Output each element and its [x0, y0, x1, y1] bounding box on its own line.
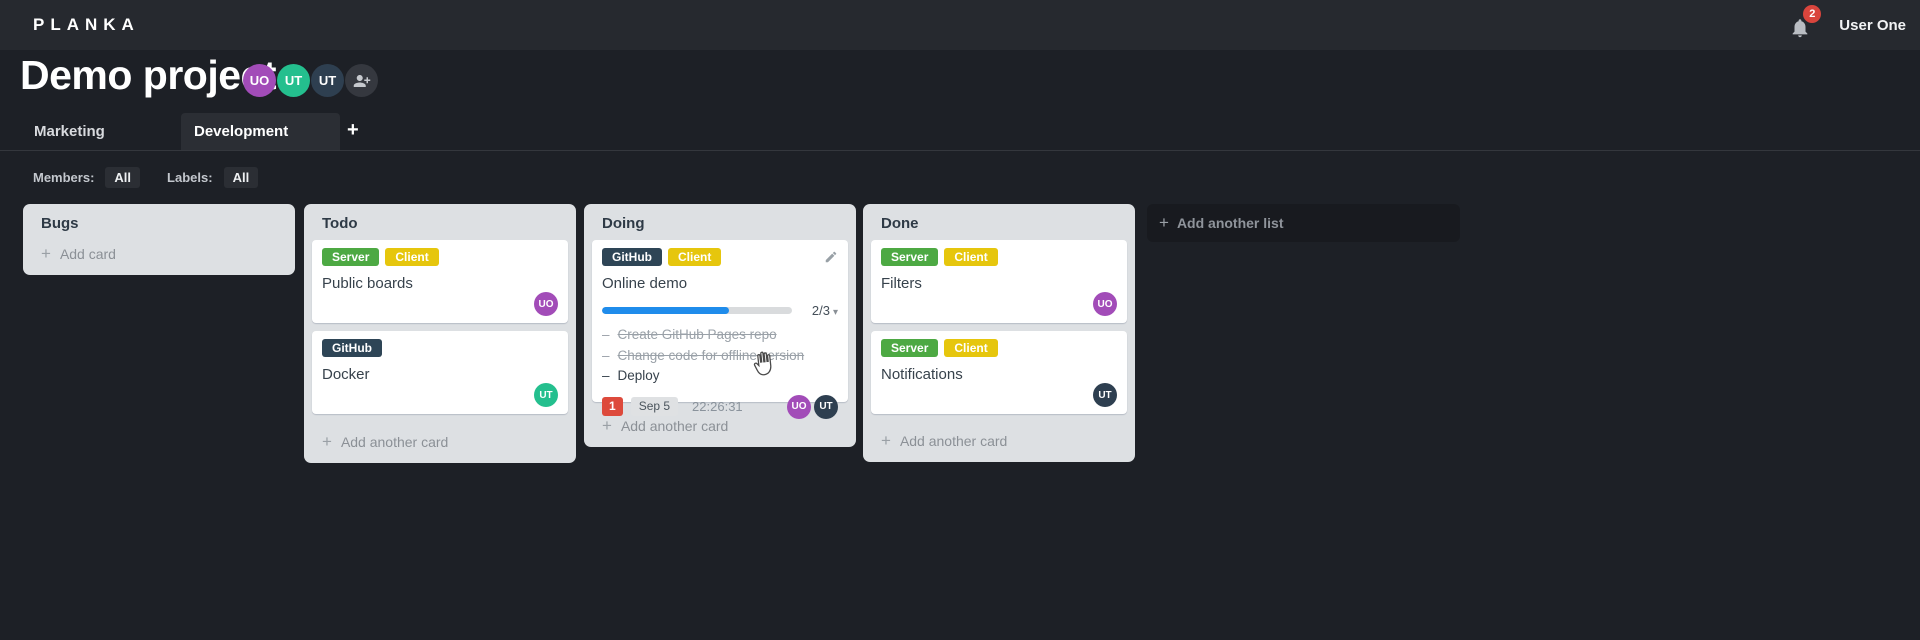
card-title: Docker	[322, 366, 370, 383]
task-list: – Create GitHub Pages repo – Change code…	[602, 325, 838, 387]
card-member-avatar[interactable]: UT	[1093, 383, 1117, 407]
progress-fill	[602, 307, 730, 314]
card-member-avatar[interactable]: UO	[1093, 292, 1117, 316]
list-bugs: Bugs + Add card	[23, 204, 295, 275]
topbar-right: 2 User One	[1789, 0, 1920, 50]
plus-icon: +	[41, 244, 51, 263]
avatar-user-one[interactable]: UO	[243, 64, 276, 97]
card-docker[interactable]: GitHub Docker UT	[312, 331, 568, 414]
tabs-divider	[0, 150, 1920, 151]
card-filters[interactable]: Server Client Filters UO	[871, 240, 1127, 323]
labels-filter-value[interactable]: All	[223, 167, 259, 188]
card-member-avatar[interactable]: UT	[534, 383, 558, 407]
list-doing: Doing GitHub Client Online demo 2/3 ▾ – C…	[584, 204, 856, 447]
tab-development[interactable]: Development	[181, 113, 340, 150]
app-logo[interactable]: PLANKA	[33, 0, 140, 50]
members-filter-value[interactable]: All	[105, 167, 141, 188]
add-card-button[interactable]: + Add another card	[584, 416, 856, 447]
add-member-button[interactable]	[345, 64, 378, 97]
label-client[interactable]: Client	[944, 248, 998, 266]
task-text: Change code for offline version	[617, 347, 805, 363]
task-item[interactable]: – Change code for offline version	[602, 346, 838, 367]
plus-icon: +	[881, 431, 891, 450]
list-title[interactable]: Done	[863, 204, 1135, 235]
label-client[interactable]: Client	[385, 248, 439, 266]
avatar-user-three[interactable]: UT	[311, 64, 344, 97]
list-title[interactable]: Doing	[584, 204, 856, 235]
user-menu[interactable]: User One	[1839, 17, 1906, 34]
due-date-badge[interactable]: Sep 5	[630, 397, 679, 416]
plus-icon: +	[322, 432, 332, 451]
task-dash: –	[602, 368, 610, 383]
label-github[interactable]: GitHub	[602, 248, 662, 266]
add-card-label: Add card	[59, 246, 116, 262]
labels-filter-label: Labels:	[167, 170, 213, 185]
add-list-label: Add another list	[1176, 215, 1284, 231]
label-client[interactable]: Client	[668, 248, 722, 266]
notifications-button[interactable]: 2	[1789, 5, 1822, 39]
task-item[interactable]: – Create GitHub Pages repo	[602, 325, 838, 346]
card-title: Notifications	[881, 366, 963, 383]
timer-value[interactable]: 22:26:31	[692, 399, 743, 414]
filter-bar: Members: All Labels: All	[33, 166, 259, 189]
plus-icon: +	[1159, 213, 1169, 232]
list-todo: Todo Server Client Public boards UO GitH…	[304, 204, 576, 463]
chevron-down-icon: ▾	[832, 307, 838, 318]
label-server[interactable]: Server	[881, 248, 939, 266]
card-title: Public boards	[322, 275, 413, 292]
avatar-user-two[interactable]: UT	[277, 64, 310, 97]
label-server[interactable]: Server	[881, 339, 939, 357]
label-client[interactable]: Client	[944, 339, 998, 357]
card-member-avatar[interactable]: UO	[534, 292, 558, 316]
card-public-boards[interactable]: Server Client Public boards UO	[312, 240, 568, 323]
task-text: Deploy	[617, 368, 660, 383]
task-item[interactable]: – Deploy	[602, 366, 838, 387]
add-list-button[interactable]: + Add another list	[1147, 204, 1460, 242]
pencil-icon	[825, 251, 837, 263]
tasks-progress: 2/3 ▾	[602, 303, 838, 318]
card-member-avatar[interactable]: UT	[814, 394, 838, 419]
task-dash: –	[602, 347, 610, 363]
top-bar: PLANKA 2 User One	[0, 0, 1920, 50]
edit-card-button[interactable]	[824, 250, 838, 264]
project-members: UO UT UT	[243, 64, 378, 97]
add-card-button[interactable]: + Add another card	[304, 432, 576, 463]
add-card-button[interactable]: + Add card	[23, 244, 295, 275]
tasks-count-value: 2/3	[811, 303, 830, 318]
add-card-label: Add another card	[340, 434, 449, 450]
list-done: Done Server Client Filters UO Server Cli…	[863, 204, 1135, 462]
add-board-button[interactable]: +	[347, 113, 359, 150]
list-title[interactable]: Todo	[304, 204, 576, 235]
card-member-avatar[interactable]: UO	[787, 394, 811, 419]
task-text: Create GitHub Pages repo	[617, 327, 777, 342]
add-card-button[interactable]: + Add another card	[863, 431, 1135, 462]
card-online-demo[interactable]: GitHub Client Online demo 2/3 ▾ – Create …	[592, 240, 848, 419]
tasks-count[interactable]: 2/3 ▾	[812, 303, 838, 318]
label-server[interactable]: Server	[322, 248, 380, 266]
card-title: Online demo	[602, 275, 688, 292]
page-title: Demo project	[20, 52, 277, 98]
notifications-badge: 2	[1803, 5, 1822, 23]
progress-bar	[602, 307, 792, 314]
stopwatch-badge[interactable]: 1	[602, 397, 623, 416]
label-github[interactable]: GitHub	[322, 339, 382, 357]
plus-icon: +	[602, 416, 612, 435]
person-add-icon	[353, 74, 370, 87]
tab-marketing[interactable]: Marketing	[34, 113, 105, 150]
card-title: Filters	[881, 275, 922, 292]
task-dash: –	[602, 327, 610, 342]
card-notifications[interactable]: Server Client Notifications UT	[871, 331, 1127, 414]
add-card-label: Add another card	[620, 418, 729, 434]
list-title[interactable]: Bugs	[23, 204, 295, 235]
members-filter-label: Members:	[33, 170, 95, 185]
add-card-label: Add another card	[899, 433, 1008, 449]
